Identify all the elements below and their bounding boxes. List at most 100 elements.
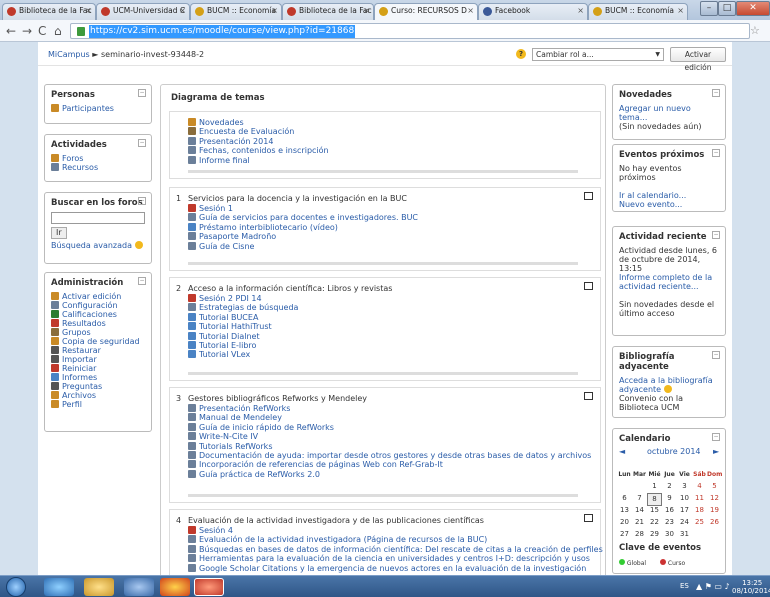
activity-link[interactable]: Fechas, contenidos e inscripción xyxy=(188,146,329,155)
activity-link[interactable]: Novedades xyxy=(188,118,329,127)
activity-link[interactable]: Evaluación de la actividad investigadora… xyxy=(188,535,603,544)
calendar-day[interactable]: 20 xyxy=(617,517,632,528)
activate-edit-button[interactable]: Activar edición xyxy=(670,47,726,72)
internet-explorer-icon[interactable] xyxy=(44,578,74,596)
admin-link[interactable]: Archivos xyxy=(51,391,145,400)
reload-icon[interactable]: C xyxy=(38,24,46,38)
tab-close-icon[interactable]: × xyxy=(271,6,278,15)
calendar-day[interactable]: 22 xyxy=(647,517,662,528)
collapse-icon[interactable]: − xyxy=(712,149,720,157)
calendar-day[interactable]: 7 xyxy=(632,493,647,504)
activity-link[interactable]: Guía práctica de RefWorks 2.0 xyxy=(188,469,591,479)
collapse-icon[interactable]: − xyxy=(712,231,720,239)
breadcrumb-home[interactable]: MiCampus xyxy=(48,50,90,59)
course-key-label[interactable]: Curso xyxy=(668,560,685,567)
calendar-day[interactable]: 21 xyxy=(632,517,647,528)
collapse-icon[interactable]: − xyxy=(712,433,720,441)
activity-link[interactable]: Tutorial HathiTrust xyxy=(188,322,298,331)
calendar-day[interactable]: 29 xyxy=(647,529,662,540)
forums-link[interactable]: Foros xyxy=(51,154,145,163)
calendar-day[interactable]: 4 xyxy=(692,481,707,492)
role-select[interactable]: Cambiar rol a... ▼ xyxy=(532,48,664,61)
tab-close-icon[interactable]: × xyxy=(179,6,186,15)
calendar-day[interactable]: 14 xyxy=(632,505,647,516)
language-indicator[interactable]: ES xyxy=(680,582,689,590)
calendar-day[interactable]: 11 xyxy=(692,493,707,504)
maximize-button[interactable]: □ xyxy=(718,1,736,16)
calendar-day[interactable]: 17 xyxy=(677,505,692,516)
activity-link[interactable]: Presentación RefWorks xyxy=(188,404,591,413)
browser-tab[interactable]: Biblioteca de la Fac × xyxy=(282,3,374,20)
media-player-icon[interactable] xyxy=(124,578,154,596)
resources-link[interactable]: Recursos xyxy=(51,163,145,172)
calendar-day[interactable]: 10 xyxy=(677,493,692,504)
impress-icon[interactable] xyxy=(194,578,224,596)
tab-close-icon[interactable]: × xyxy=(85,6,92,15)
collapse-icon[interactable]: − xyxy=(138,139,146,147)
admin-link[interactable]: Importar xyxy=(51,355,145,364)
new-event-link[interactable]: Nuevo evento... xyxy=(619,200,682,209)
chrome-icon[interactable] xyxy=(160,578,190,596)
activity-link[interactable]: Préstamo interbibliotecario (vídeo) xyxy=(188,222,418,232)
help-icon[interactable]: ? xyxy=(516,49,526,59)
activity-link[interactable]: Manual de Mendeley xyxy=(188,413,591,422)
activity-link[interactable]: Guía de inicio rápido de RefWorks xyxy=(188,422,591,432)
browser-tab[interactable]: Biblioteca de la Fac × xyxy=(2,3,96,20)
full-activity-link[interactable]: Informe completo de la actividad recient… xyxy=(619,273,712,291)
tab-close-icon[interactable]: × xyxy=(677,6,684,15)
clock[interactable]: 13:25 08/10/2014 xyxy=(732,579,770,595)
forum-search-input[interactable] xyxy=(51,212,145,224)
activity-link[interactable]: Sesión 1 xyxy=(188,204,418,213)
activity-link[interactable]: Tutorials RefWorks xyxy=(188,441,591,451)
calendar-day[interactable]: 18 xyxy=(692,505,707,516)
activity-link[interactable]: Write-N-Cite IV xyxy=(188,432,591,441)
admin-link[interactable]: Preguntas xyxy=(51,382,145,391)
admin-link[interactable]: Informes xyxy=(51,373,145,382)
prev-month-icon[interactable]: ◄ xyxy=(619,447,625,456)
show-only-section-icon[interactable] xyxy=(584,514,593,522)
calendar-day[interactable]: 25 xyxy=(692,517,707,528)
calendar-day[interactable]: 15 xyxy=(647,505,662,516)
global-key-label[interactable]: Global xyxy=(627,560,646,567)
activity-link[interactable]: Google Scholar Citations y la emergencia… xyxy=(188,563,603,573)
advanced-search-link[interactable]: Búsqueda avanzada xyxy=(51,241,145,250)
help-icon[interactable] xyxy=(663,385,672,393)
activity-link[interactable]: Sesión 2 PDI 14 xyxy=(188,294,298,303)
admin-link[interactable]: Copia de seguridad xyxy=(51,337,145,346)
calendar-day[interactable]: 1 xyxy=(647,481,662,492)
calendar-day[interactable]: 30 xyxy=(662,529,677,540)
participants-link[interactable]: Participantes xyxy=(51,104,145,113)
calendar-day[interactable]: 5 xyxy=(707,481,722,492)
tab-close-icon[interactable]: × xyxy=(467,6,474,15)
show-only-section-icon[interactable] xyxy=(584,392,593,400)
activity-link[interactable]: Pasaporte Madroño xyxy=(188,232,418,241)
browser-tab[interactable]: UCM-Universidad C × xyxy=(96,3,190,20)
back-icon[interactable]: ← xyxy=(6,24,16,38)
address-bar[interactable]: https://cv2.sim.ucm.es/moodle/course/vie… xyxy=(70,23,750,39)
admin-link[interactable]: Perfil xyxy=(51,400,145,409)
activity-link[interactable]: Encuesta de Evaluación xyxy=(188,127,329,136)
calendar-day[interactable]: 9 xyxy=(662,493,677,504)
admin-link[interactable]: Restaurar xyxy=(51,346,145,355)
activity-link[interactable]: Presentación 2014 xyxy=(188,136,329,146)
collapse-icon[interactable]: − xyxy=(712,351,720,359)
file-explorer-icon[interactable] xyxy=(84,578,114,596)
browser-tab[interactable]: BUCM :: Economía × xyxy=(190,3,282,20)
activity-link[interactable]: Estrategias de búsqueda xyxy=(188,303,298,312)
activity-link[interactable]: Sesión 4 xyxy=(188,526,603,535)
admin-link[interactable]: Grupos xyxy=(51,328,145,337)
forward-icon[interactable]: → xyxy=(22,24,32,38)
collapse-icon[interactable]: − xyxy=(138,197,146,205)
activity-link[interactable]: Búsquedas en bases de datos de informaci… xyxy=(188,544,603,554)
home-icon[interactable]: ⌂ xyxy=(54,24,62,38)
tab-close-icon[interactable]: × xyxy=(577,6,584,15)
admin-link[interactable]: Reiniciar xyxy=(51,364,145,373)
tab-close-icon[interactable]: × xyxy=(363,6,370,15)
calendar-day[interactable]: 16 xyxy=(662,505,677,516)
admin-link[interactable]: Resultados xyxy=(51,319,145,328)
close-window-button[interactable]: ✕ xyxy=(736,1,770,16)
minimize-button[interactable]: – xyxy=(700,1,718,16)
calendar-day[interactable]: 27 xyxy=(617,529,632,540)
activity-link[interactable]: Herramientas para la evaluación de la ci… xyxy=(188,554,603,563)
calendar-link[interactable]: Ir al calendario... xyxy=(619,191,686,200)
